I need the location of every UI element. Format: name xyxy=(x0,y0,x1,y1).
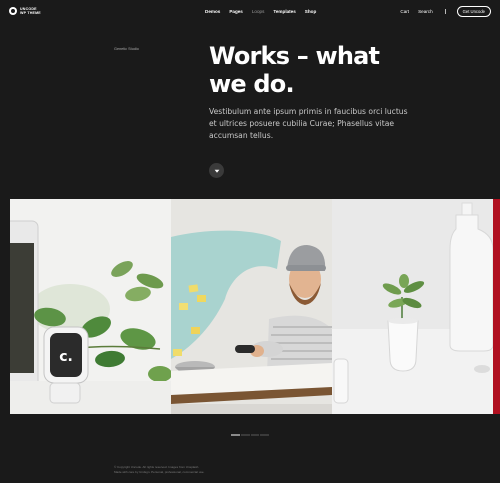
svg-text:c.: c. xyxy=(59,349,73,365)
gallery-item-gamer[interactable] xyxy=(171,199,332,414)
logo-line-2: WP THEME xyxy=(20,11,41,15)
gallery-item-red[interactable] xyxy=(493,199,500,414)
pagination-dot[interactable] xyxy=(260,434,269,436)
watch-photo: c. xyxy=(10,199,171,414)
logo-text: UNCODE WP THEME xyxy=(20,7,41,15)
vase-photo xyxy=(332,199,493,414)
gallery-item-watch[interactable]: c. xyxy=(10,199,171,414)
header-actions: Cart Search Get Uncode xyxy=(391,6,491,17)
site-header: UNCODE WP THEME Demos Pages Loops Templa… xyxy=(0,0,500,24)
slider-pagination xyxy=(231,434,269,436)
nav-item-shop[interactable]: Shop xyxy=(305,9,316,14)
gallery-item-vase[interactable] xyxy=(332,199,493,414)
nav-item-pages[interactable]: Pages xyxy=(229,9,243,14)
hero-description: Vestibulum ante ipsum primis in faucibus… xyxy=(209,107,408,140)
pagination-dot[interactable] xyxy=(250,434,260,436)
site-logo[interactable]: UNCODE WP THEME xyxy=(9,7,41,15)
scroll-down-button[interactable] xyxy=(209,163,224,178)
footer-line-2: Made with care by Undsgn. Personal, prof… xyxy=(114,470,205,474)
header-divider xyxy=(444,9,446,14)
chevron-down-icon xyxy=(214,169,219,173)
breadcrumb[interactable]: Genetic Studio xyxy=(114,47,139,51)
page-title-line-1: Works – what xyxy=(209,42,380,70)
nav-item-templates[interactable]: Templates xyxy=(273,9,295,14)
cart-link[interactable]: Cart xyxy=(400,9,409,14)
site-footer: © Copyright Uncode. All rights reserved.… xyxy=(114,465,314,475)
search-link[interactable]: Search xyxy=(418,9,433,14)
pagination-dot[interactable] xyxy=(231,434,240,436)
logo-mark-icon xyxy=(9,7,17,15)
nav-item-loops[interactable]: Loops xyxy=(252,9,265,14)
page-title-line-2: we do. xyxy=(209,70,295,98)
nav-item-demos[interactable]: Demos xyxy=(205,9,220,14)
get-uncode-button[interactable]: Get Uncode xyxy=(456,6,491,17)
gamer-photo xyxy=(171,199,332,414)
works-gallery: c. xyxy=(10,199,500,414)
main-nav: Demos Pages Loops Templates Shop xyxy=(205,9,325,14)
pagination-dot[interactable] xyxy=(240,434,250,436)
page-title: Works – what we do. xyxy=(209,42,449,98)
